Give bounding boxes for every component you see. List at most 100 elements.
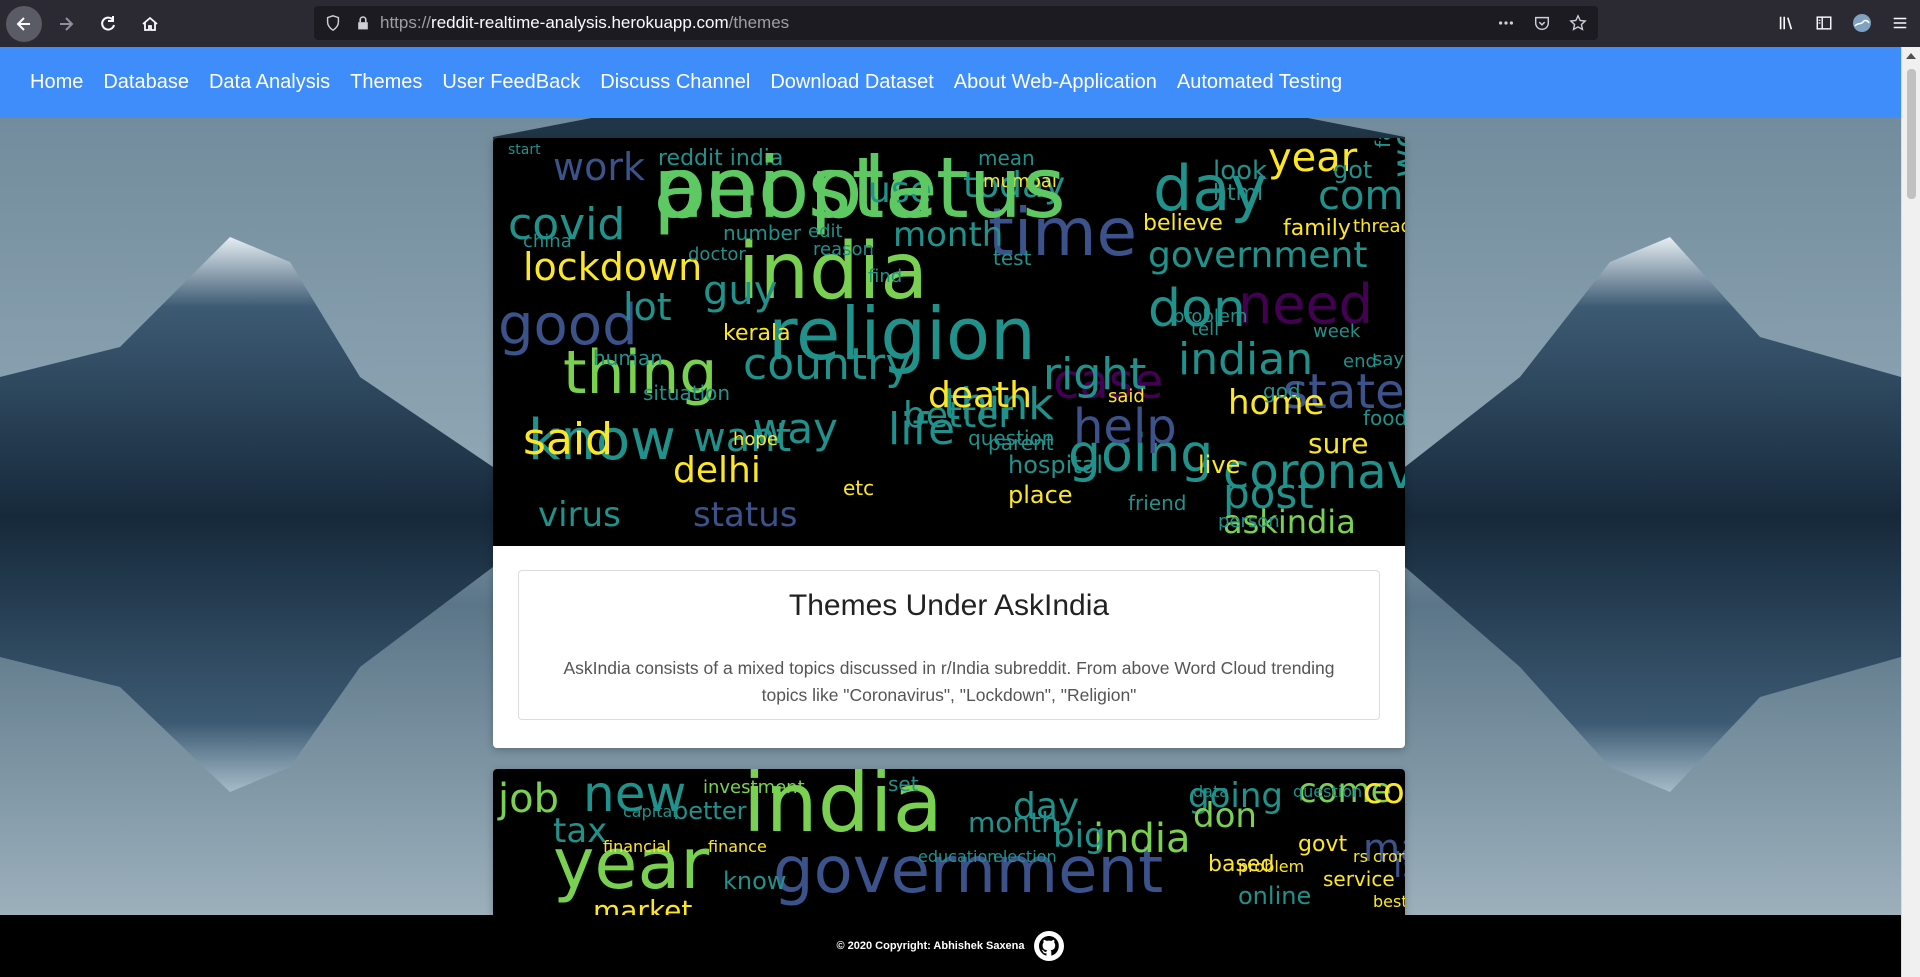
wordcloud-word: hospital bbox=[1008, 451, 1104, 479]
wordcloud-word: china bbox=[523, 231, 572, 252]
wordcloud-word: parent bbox=[988, 431, 1054, 455]
url-scheme: https:// bbox=[380, 13, 432, 32]
nav-database[interactable]: Database bbox=[103, 71, 189, 94]
bookmark-star-icon[interactable] bbox=[1566, 11, 1590, 35]
wordcloud-word: html bbox=[1213, 181, 1264, 206]
page-actions-icon[interactable] bbox=[1494, 11, 1518, 35]
nav-discuss-channel[interactable]: Discuss Channel bbox=[600, 71, 750, 94]
nav-automated-testing[interactable]: Automated Testing bbox=[1177, 71, 1342, 94]
wordcloud-word: saying bbox=[1373, 349, 1405, 370]
browser-toolbar: https://reddit-realtime-analysis.herokua… bbox=[0, 0, 1920, 47]
forward-arrow-icon bbox=[60, 16, 74, 31]
wordcloud-word: delhi bbox=[673, 450, 761, 491]
nav-user-feedback[interactable]: User FeedBack bbox=[442, 71, 580, 94]
wordcloud-word: big bbox=[1053, 816, 1106, 856]
nav-about-web-application[interactable]: About Web-Application bbox=[954, 71, 1157, 94]
home-icon bbox=[142, 16, 158, 31]
wordcloud-word: problem bbox=[1238, 857, 1305, 876]
wordcloud-word: service bbox=[1323, 867, 1395, 891]
nav-themes[interactable]: Themes bbox=[350, 71, 422, 94]
vertical-scrollbar[interactable] bbox=[1901, 47, 1920, 977]
card-title: Themes Under AskIndia bbox=[788, 589, 1110, 622]
lock-icon bbox=[352, 12, 374, 34]
wordcloud-word: person bbox=[1218, 511, 1280, 532]
wordcloud-word: got bbox=[1333, 156, 1373, 184]
card-description: AskIndia consists of a mixed topics disc… bbox=[563, 658, 1335, 705]
wordcloud-word: reason bbox=[813, 239, 874, 260]
back-arrow-icon bbox=[16, 16, 30, 31]
wordcloud-word: said bbox=[523, 414, 614, 465]
wordcloud-word: india bbox=[1093, 816, 1191, 862]
second-wordcloud-image: india year government new job tax month day goin… bbox=[493, 769, 1405, 929]
wordcloud-word: family bbox=[1283, 216, 1351, 241]
github-icon[interactable] bbox=[1033, 930, 1065, 962]
wordcloud-word: death bbox=[928, 375, 1032, 416]
wordcloud-word: test bbox=[993, 246, 1032, 270]
wordcloud-word: live bbox=[1198, 451, 1241, 479]
url-host: reddit-realtime-analysis.herokuapp.com bbox=[431, 13, 729, 32]
reload-icon bbox=[101, 15, 115, 31]
wordcloud-word: financial bbox=[603, 837, 671, 856]
wordcloud-word: tell bbox=[1191, 319, 1220, 340]
home-button[interactable] bbox=[132, 6, 168, 42]
wordcloud-word: work bbox=[553, 145, 645, 189]
library-icon[interactable] bbox=[1774, 11, 1798, 35]
wordcloud-word: lockdown bbox=[523, 245, 703, 289]
wordcloud-word: lot bbox=[623, 285, 672, 329]
wordcloud-word: best bbox=[1373, 892, 1405, 911]
wordcloud-word: friend bbox=[1128, 491, 1187, 515]
theme-card-askindia: people india religion time day thing know going… bbox=[493, 138, 1405, 748]
wordcloud-word: doctor bbox=[688, 244, 746, 265]
menu-icon[interactable] bbox=[1888, 11, 1912, 35]
footer: © 2020 Copyright: Abhishek Saxena bbox=[0, 915, 1901, 977]
wordcloud-word: far bbox=[1371, 138, 1395, 148]
address-bar[interactable]: https://reddit-realtime-analysis.herokua… bbox=[314, 6, 1598, 40]
shield-icon bbox=[322, 12, 344, 34]
theme-card-second: india year government new job tax month day goin… bbox=[493, 769, 1405, 929]
wordcloud-word: guy bbox=[703, 268, 778, 314]
footer-copyright: © 2020 Copyright: Abhishek Saxena bbox=[836, 940, 1025, 952]
wordcloud-word: kerala bbox=[723, 321, 791, 346]
wordcloud-word: finance bbox=[708, 837, 767, 856]
nav-home[interactable]: Home bbox=[30, 71, 83, 94]
pocket-icon[interactable] bbox=[1530, 11, 1554, 35]
wordcloud-word: election bbox=[993, 847, 1057, 866]
wordcloud-word: online bbox=[1238, 882, 1312, 910]
wordcloud-word: job bbox=[498, 776, 559, 822]
wordcloud-word: tax bbox=[553, 811, 608, 851]
wordcloud-word: data bbox=[1193, 782, 1230, 801]
wordcloud-word: govt bbox=[1298, 832, 1348, 857]
wordcloud-word: status bbox=[693, 495, 798, 535]
wordcloud-word: said bbox=[1108, 386, 1145, 407]
nav-data-analysis[interactable]: Data Analysis bbox=[209, 71, 330, 94]
back-button[interactable] bbox=[6, 5, 42, 42]
page-viewport: Home Database Data Analysis Themes User … bbox=[0, 47, 1901, 977]
wordcloud-word: god bbox=[1263, 379, 1301, 403]
scrollbar-thumb[interactable] bbox=[1907, 69, 1916, 199]
wordcloud-word: rs crore bbox=[1353, 847, 1405, 866]
reload-button[interactable] bbox=[90, 6, 126, 42]
wordcloud-word: sure bbox=[1308, 427, 1369, 460]
nav-download-dataset[interactable]: Download Dataset bbox=[770, 71, 933, 94]
wordcloud-word: week bbox=[1313, 321, 1361, 342]
wordcloud-word: believe bbox=[1143, 211, 1223, 236]
wordcloud-word: hope bbox=[733, 429, 778, 450]
wordcloud-word: start bbox=[508, 142, 541, 158]
sidebar-icon[interactable] bbox=[1812, 11, 1836, 35]
url-text: https://reddit-realtime-analysis.herokua… bbox=[380, 13, 789, 33]
url-path: /themes bbox=[728, 13, 790, 32]
wordcloud-word: situation bbox=[643, 381, 731, 405]
wordcloud-word: investment bbox=[703, 777, 805, 798]
account-avatar-icon[interactable] bbox=[1850, 11, 1874, 35]
wordcloud-word: virus bbox=[538, 495, 621, 535]
wordcloud-word: thread bbox=[1353, 216, 1405, 237]
scroll-up-arrow-icon[interactable] bbox=[1906, 53, 1916, 59]
wordcloud-word: government bbox=[1148, 235, 1368, 276]
wordcloud-word: end bbox=[1343, 351, 1377, 372]
forward-button[interactable] bbox=[48, 6, 84, 42]
wordcloud-word: know bbox=[723, 867, 787, 895]
card-body: Themes Under AskIndia AskIndia consists … bbox=[518, 570, 1380, 720]
wordcloud-word: capital bbox=[623, 802, 677, 821]
wordcloud-word: education bbox=[918, 847, 998, 866]
wordcloud-word: food bbox=[1363, 406, 1405, 430]
